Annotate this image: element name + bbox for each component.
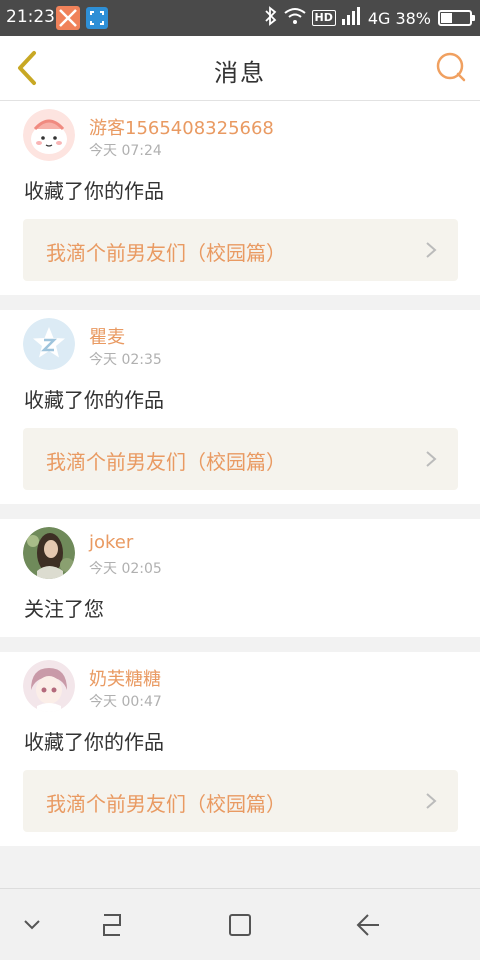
back-arrow-icon[interactable] xyxy=(350,909,386,941)
hd-icon: HD xyxy=(311,10,336,26)
search-icon[interactable] xyxy=(434,50,468,84)
timestamp: 今天 07:24 xyxy=(89,143,162,159)
chevron-right-icon xyxy=(426,451,437,467)
username[interactable]: joker xyxy=(89,532,133,553)
action-text: 收藏了你的作品 xyxy=(24,179,164,203)
system-nav-bar xyxy=(0,888,480,960)
network-type: 4G xyxy=(367,8,391,28)
message-card: 游客1565408325668 今天 07:24 收藏了你的作品 我滴个前男友们… xyxy=(0,101,480,295)
avatar[interactable] xyxy=(23,527,75,579)
bluetooth-icon xyxy=(264,6,278,30)
status-time: 21:23 xyxy=(6,7,55,27)
action-text: 关注了您 xyxy=(24,597,104,621)
battery-level xyxy=(441,13,452,23)
screenshot-icon xyxy=(86,7,108,29)
home-icon[interactable] xyxy=(222,909,258,941)
avatar[interactable] xyxy=(23,660,75,712)
work-link[interactable]: 我滴个前男友们（校园篇） xyxy=(23,770,458,832)
message-card: 奶芙糖糖 今天 00:47 收藏了你的作品 我滴个前男友们（校园篇） xyxy=(0,652,480,846)
work-title: 我滴个前男友们（校园篇） xyxy=(46,241,286,265)
action-text: 收藏了你的作品 xyxy=(24,388,164,412)
status-bar: 21:23 HD 4G 38% xyxy=(0,0,480,36)
work-title: 我滴个前男友们（校园篇） xyxy=(46,450,286,474)
wifi-icon xyxy=(283,7,307,29)
header: 消息 xyxy=(0,36,480,101)
battery-icon xyxy=(438,10,475,26)
chevron-right-icon xyxy=(426,793,437,809)
work-title: 我滴个前男友们（校园篇） xyxy=(46,792,286,816)
avatar[interactable] xyxy=(23,109,75,161)
hide-nav-icon[interactable] xyxy=(16,909,52,941)
message-card: joker 今天 02:05 关注了您 xyxy=(0,519,480,637)
chevron-right-icon xyxy=(426,242,437,258)
action-text: 收藏了你的作品 xyxy=(24,730,164,754)
work-link[interactable]: 我滴个前男友们（校园篇） xyxy=(23,219,458,281)
recent-apps-icon[interactable] xyxy=(94,909,130,941)
username[interactable]: 游客1565408325668 xyxy=(89,114,274,140)
timestamp: 今天 02:05 xyxy=(89,561,162,577)
signal-icon xyxy=(341,7,363,29)
timestamp: 今天 00:47 xyxy=(89,694,162,710)
battery-percent: 38% xyxy=(395,8,431,28)
app-icon-x xyxy=(56,6,80,30)
username[interactable]: 瞿麦 xyxy=(89,323,125,349)
avatar[interactable] xyxy=(23,318,75,370)
work-link[interactable]: 我滴个前男友们（校园篇） xyxy=(23,428,458,490)
message-card: 瞿麦 今天 02:35 收藏了你的作品 我滴个前男友们（校园篇） xyxy=(0,310,480,504)
page-title: 消息 xyxy=(214,59,266,87)
message-list: 游客1565408325668 今天 07:24 收藏了你的作品 我滴个前男友们… xyxy=(0,101,480,861)
timestamp: 今天 02:35 xyxy=(89,352,162,368)
username[interactable]: 奶芙糖糖 xyxy=(89,665,161,691)
